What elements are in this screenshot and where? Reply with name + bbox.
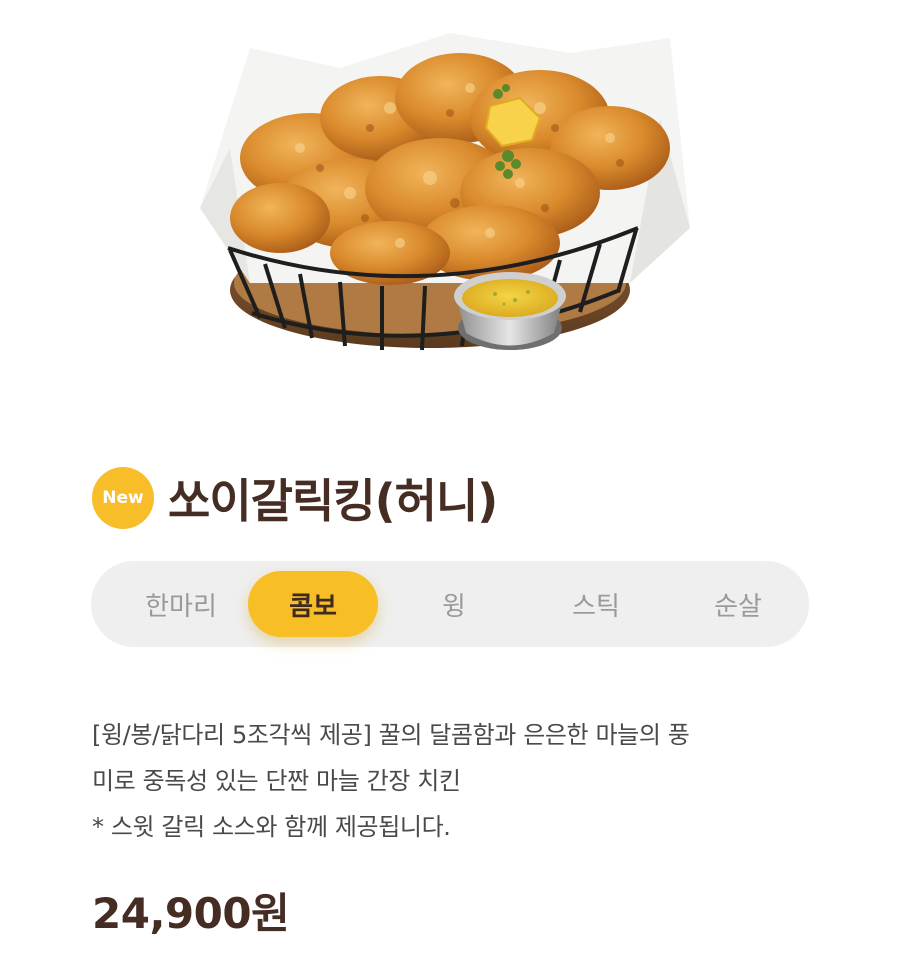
tab-option-combo[interactable]: 콤보 bbox=[248, 571, 378, 637]
fried-chicken-basket-illustration bbox=[200, 33, 690, 351]
product-image bbox=[190, 28, 710, 373]
new-badge: New bbox=[92, 467, 154, 529]
product-title-row: New 쏘이갈릭킹(허니) bbox=[92, 462, 498, 534]
product-price: 24,900원 bbox=[92, 889, 290, 938]
tab-option-wing[interactable]: 윙 bbox=[391, 571, 517, 637]
description-line: 미로 중독성 있는 단짠 마늘 간장 치킨 bbox=[92, 767, 461, 795]
description-line: [윙/봉/닭다리 5조각씩 제공] 꿀의 달콤함과 은은한 마늘의 풍 bbox=[92, 721, 690, 749]
product-title: 쏘이갈릭킹(허니) bbox=[168, 474, 498, 528]
tab-option-boneless[interactable]: 순살 bbox=[675, 571, 801, 637]
tab-option-whole[interactable]: 한마리 bbox=[121, 571, 241, 637]
product-description: [윙/봉/닭다리 5조각씩 제공] 꿀의 달콤함과 은은한 마늘의 풍 미로 중… bbox=[92, 712, 822, 850]
option-tabs: 한마리 콤보 윙 스틱 순살 bbox=[91, 561, 809, 647]
tab-option-stick[interactable]: 스틱 bbox=[531, 571, 661, 637]
description-line: * 스윗 갈릭 소스와 함께 제공됩니다. bbox=[92, 813, 451, 841]
